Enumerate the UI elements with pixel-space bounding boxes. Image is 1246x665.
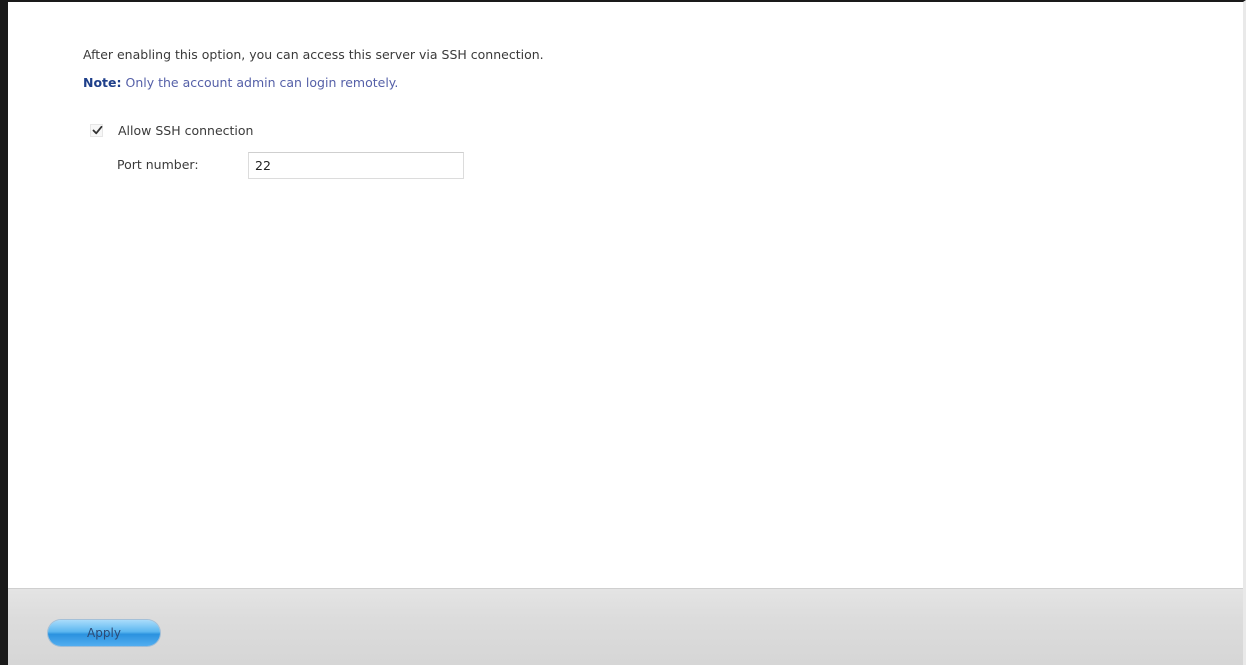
allow-ssh-row[interactable]: Allow SSH connection xyxy=(90,120,253,140)
checkmark-icon xyxy=(92,125,103,134)
note-label: Note: xyxy=(83,75,122,90)
settings-window: After enabling this option, you can acce… xyxy=(0,0,1246,665)
allow-ssh-label: Allow SSH connection xyxy=(118,122,254,138)
footer-bar: Apply xyxy=(8,588,1243,665)
note-line: Note: Only the account admin can login r… xyxy=(83,75,398,90)
note-text: Only the account admin can login remotel… xyxy=(121,75,399,90)
port-number-input[interactable] xyxy=(248,152,464,179)
apply-button[interactable]: Apply xyxy=(48,620,160,646)
port-number-label: Port number: xyxy=(117,157,199,172)
ssh-description: After enabling this option, you can acce… xyxy=(83,47,544,62)
allow-ssh-checkbox[interactable] xyxy=(90,123,103,137)
ssh-settings-panel: After enabling this option, you can acce… xyxy=(8,2,1243,588)
